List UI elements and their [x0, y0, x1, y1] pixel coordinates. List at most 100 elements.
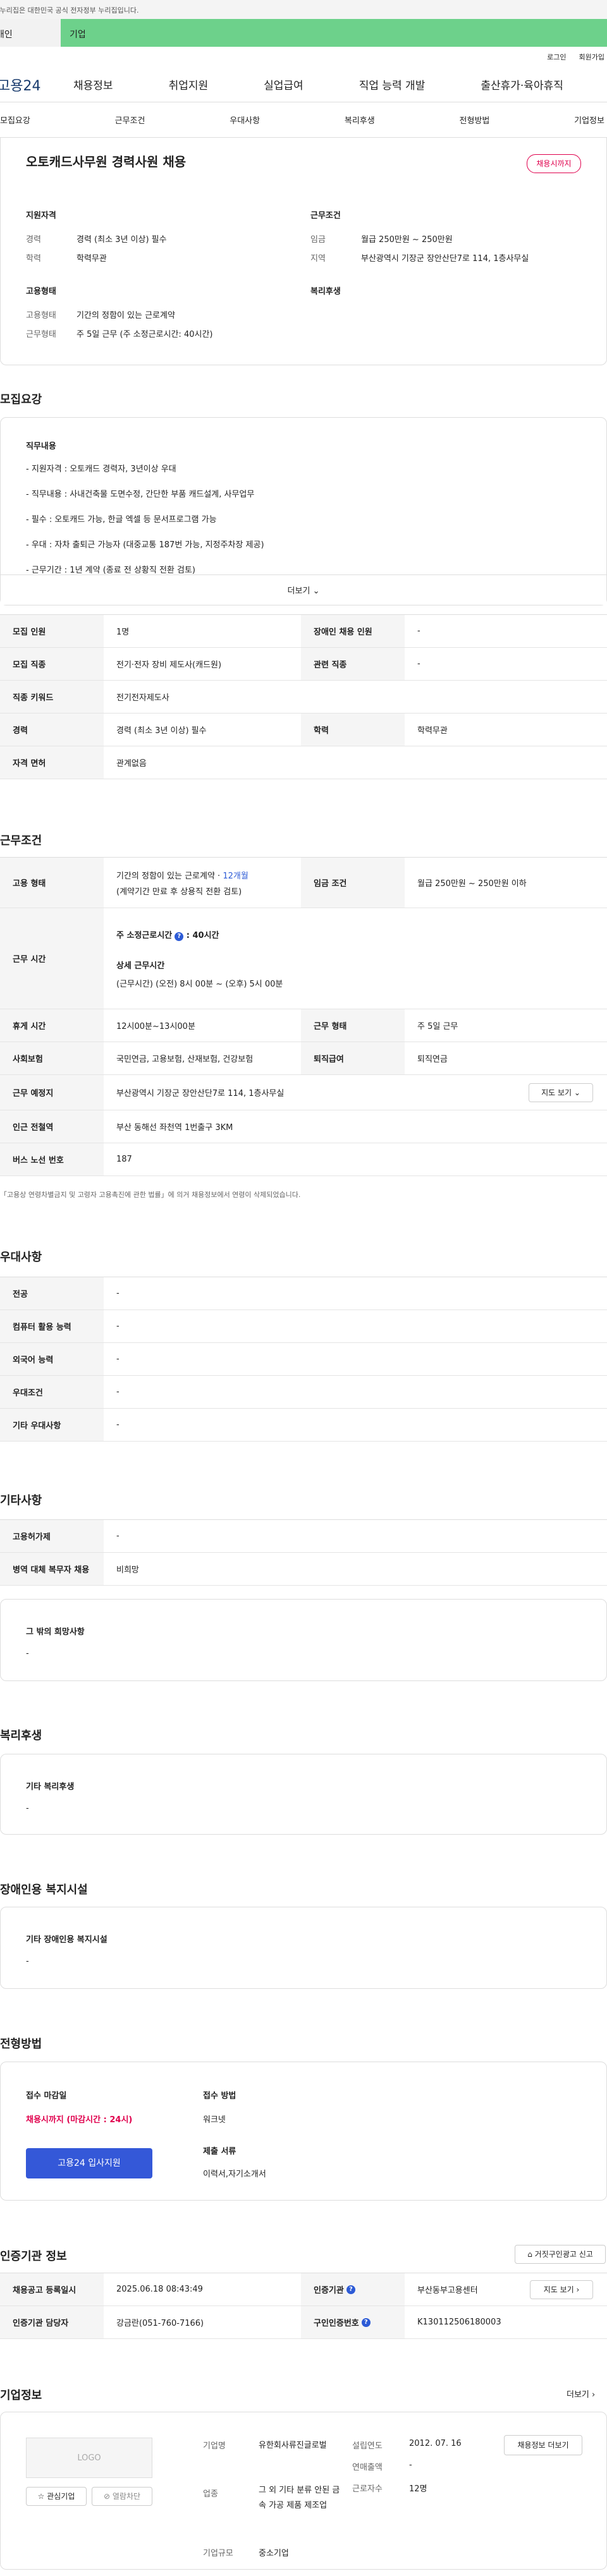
certify-table: 채용공고 등록일시 2025.06.18 08:43:49 인증기관? 부산동부고용센… — [0, 2273, 607, 2339]
map-button-label: 지도 보기 — [541, 1088, 572, 1097]
cell: 2025.06.18 08:43:49 — [116, 2285, 203, 2294]
cell-head-text: 구인인증번호 — [314, 2319, 359, 2328]
tab-personal[interactable]: 개인 — [0, 19, 61, 47]
more-button[interactable]: 더보기 ⌄ — [1, 574, 606, 605]
block-icon: ⊘ — [103, 2492, 111, 2501]
docs-label: 제출 서류 — [203, 2147, 236, 2156]
nav-jobs[interactable]: 채용정보 — [73, 76, 113, 92]
cell-head: 자격 면허 — [0, 746, 104, 779]
table-row: 근무 예정지 부산광역시 기장군 장안산단7로 114, 1층사무실 지도 보기 ⌄ — [0, 1075, 607, 1110]
cell-head: 경력 — [0, 714, 104, 746]
cell: - — [417, 659, 420, 669]
sales-label: 연매출액 — [352, 2463, 383, 2472]
anchor-selection[interactable]: 전형방법 — [460, 114, 490, 126]
block-button[interactable]: ⊘ 열람차단 — [92, 2487, 152, 2506]
cell: 비희망 — [116, 1565, 139, 1575]
employees-label: 근로자수 — [352, 2484, 383, 2494]
cell-head: 근무 시간 — [0, 908, 104, 1009]
welfare-section-title: 복리후생 — [0, 1729, 42, 1742]
qual-title: 지원자격 — [26, 211, 56, 221]
report-button[interactable]: ⌂ 거짓구인광고 신고 — [515, 2245, 606, 2264]
emptype-label: 고용형태 — [26, 311, 56, 320]
table-row: 자격 면허 관계없음 — [0, 746, 607, 779]
signup-link[interactable]: 회원가입 — [579, 52, 604, 62]
anchor-welfare[interactable]: 복리후생 — [345, 114, 375, 126]
age-note: 「고용상 연령차별금지 및 고령자 고용촉진에 관한 법률」에 의거 채용정보에… — [0, 1191, 301, 1199]
emp-value-duration: 12개월 — [223, 871, 248, 881]
cell-head: 구인인증번호? — [301, 2306, 405, 2338]
cell-head: 퇴직급여 — [301, 1042, 405, 1074]
region-value: 부산광역시 기장군 장안산단7로 114, 1층사무실 — [361, 254, 529, 264]
cell: 187 — [116, 1155, 132, 1164]
tab-enterprise[interactable]: 기업 — [61, 19, 607, 47]
table-row: 병역 대체 복무자 채용 비희망 — [0, 1553, 607, 1586]
table-row: 인근 전철역 부산 동해선 좌천역 1번출구 3KM — [0, 1110, 607, 1143]
hours-week-value: : 40시간 — [186, 930, 219, 940]
help-icon[interactable]: ? — [175, 932, 184, 941]
cell: - — [116, 1354, 120, 1364]
deadline-label: 접수 마감일 — [26, 2091, 67, 2101]
report-button-label: 거짓구인광고 신고 — [534, 2250, 593, 2259]
anchor-company[interactable]: 기업정보 — [574, 114, 604, 126]
cell-head: 모집 직종 — [0, 648, 104, 680]
wage-label: 임금 — [310, 235, 326, 245]
industry-value: 그 외 기타 분류 안된 금속 가공 제품 제조업 — [259, 2486, 340, 2510]
favorite-label: 관심기업 — [47, 2492, 75, 2501]
cell: 학력무관 — [417, 726, 448, 736]
hours-detail-title: 상세 근무시간 — [116, 961, 165, 971]
selection-title: 전형방법 — [0, 2038, 42, 2051]
employees-value: 12명 — [409, 2484, 427, 2494]
deadline-value: 채용시까지 (마감시간 : 24시) — [26, 2115, 133, 2125]
preference-title: 우대사항 — [0, 1251, 42, 1264]
help-icon[interactable]: ? — [361, 2318, 371, 2327]
nav-parental-leave[interactable]: 출산휴가·육아휴직 — [481, 76, 563, 92]
user-type-tabs: 개인 기업 — [0, 19, 607, 47]
anchor-preference[interactable]: 우대사항 — [230, 114, 260, 126]
login-link[interactable]: 로그인 — [547, 52, 566, 62]
cell: 관계없음 — [116, 759, 147, 769]
career-label: 경력 — [26, 235, 41, 245]
apply-button[interactable]: 고용24 입사지원 — [26, 2148, 152, 2178]
cell: - — [116, 1420, 120, 1430]
nav-unemployment-benefit[interactable]: 실업급여 — [264, 76, 304, 92]
company-jobs-button[interactable]: 채용정보 더보기 — [504, 2435, 582, 2455]
anchor-recruit[interactable]: 모집요강 — [0, 114, 30, 126]
table-row: 모집 직종 전기·전자 장비 제도사(캐드원) 관련 직종 - — [0, 648, 607, 681]
etc-table: 고용허가제 - 병역 대체 복무자 채용 비희망 — [0, 1519, 607, 1586]
gov-banner: 이 누리집은 대한민국 공식 전자정부 누리집입니다. — [0, 0, 607, 19]
method-value: 워크넷 — [203, 2115, 226, 2125]
anchor-conditions[interactable]: 근무조건 — [115, 114, 145, 126]
cell-head: 인증기관 담당자 — [0, 2306, 104, 2338]
cell-head: 근무 형태 — [301, 1009, 405, 1042]
edu-label: 학력 — [26, 254, 41, 264]
nav-vocational-training[interactable]: 직업 능력 개발 — [359, 76, 426, 92]
company-more-link[interactable]: 더보기 › — [567, 2388, 595, 2400]
selection-card: 접수 마감일 채용시까지 (마감시간 : 24시) 고용24 입사지원 접수 방… — [0, 2062, 607, 2201]
nav-employment-support[interactable]: 취업지원 — [169, 76, 209, 92]
cell-head: 모집 인원 — [0, 615, 104, 647]
career-value: 경력 (최소 3년 이상) 필수 — [77, 235, 167, 245]
table-row: 사회보험 국민연금, 고용보험, 산재보험, 건강보험 퇴직급여 퇴직연금 — [0, 1042, 607, 1075]
founded-label: 설립연도 — [352, 2441, 383, 2451]
preference-table: 전공 - 컴퓨터 활용 능력 - 외국어 능력 - 우대조건 - 기타 우대사항 - — [0, 1277, 607, 1442]
method-label: 접수 방법 — [203, 2091, 236, 2101]
cell: K130112506180003 — [417, 2318, 501, 2327]
main-nav: 고용24 채용정보 취업지원 실업급여 직업 능력 개발 출산휴가·육아휴직 — [0, 67, 607, 102]
favorite-button[interactable]: ☆ 관심기업 — [26, 2487, 87, 2506]
map-button[interactable]: 지도 보기 › — [530, 2280, 593, 2299]
cell-head: 기타 우대사항 — [0, 1409, 104, 1441]
emp-value-main: 기간의 정함이 있는 근로계약 · — [116, 871, 223, 881]
job-title: 오토캐드사무원 경력사원 채용 — [26, 154, 187, 169]
cell-head: 장애인 채용 인원 — [301, 615, 405, 647]
map-button[interactable]: 지도 보기 ⌄ — [529, 1083, 593, 1102]
util-nav: 로그인 회원가입 — [0, 47, 607, 67]
cell-head: 인근 전철역 — [0, 1110, 104, 1143]
cell-head: 외국어 능력 — [0, 1343, 104, 1375]
welfare-value: - — [26, 1804, 29, 1813]
duty-line: - 직무내용 : 사내건축물 도면수정, 간단한 부품 캐드설계, 사무업무 — [26, 490, 255, 499]
help-icon[interactable]: ? — [346, 2285, 355, 2294]
disability-sub: 기타 장애인용 복지시설 — [26, 1935, 107, 1945]
cell-head: 컴퓨터 활용 능력 — [0, 1310, 104, 1342]
cell-head: 직종 키워드 — [0, 681, 104, 713]
site-logo[interactable]: 고용24 — [0, 75, 73, 95]
